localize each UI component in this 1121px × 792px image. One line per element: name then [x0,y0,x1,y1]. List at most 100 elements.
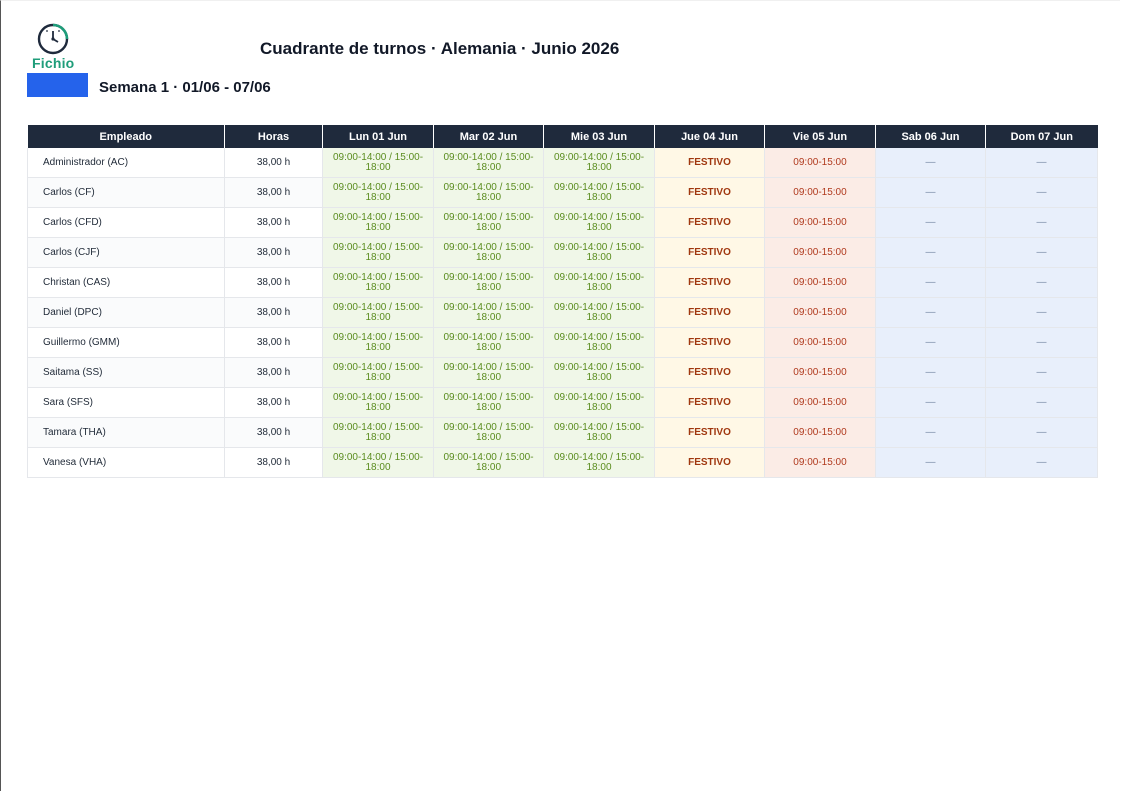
shift-cell: — [875,177,986,208]
table-row: Tamara (THA) 38,00 h 09:00-14:00 / 15:00-1… [27,417,1098,448]
table-row: Sara (SFS) 38,00 h 09:00-14:00 / 15:00-18:… [27,387,1098,418]
table-row: Carlos (CFD) 38,00 h 09:00-14:00 / 15:00-1… [27,207,1098,238]
shift-cell: — [875,357,986,388]
shift-cell: — [985,447,1098,478]
shift-cell: 09:00-14:00 / 15:00-18:00 [433,417,544,448]
hours-cell: 38,00 h [224,237,323,268]
shift-cell: FESTIVO [654,357,765,388]
logo-text: Fichio [32,55,75,71]
shift-cell: — [875,148,986,178]
hours-cell: 38,00 h [224,417,323,448]
shift-cell: — [875,237,986,268]
shift-cell: — [985,327,1098,358]
shift-cell: — [985,177,1098,208]
week-color-block [27,73,88,97]
shift-cell: FESTIVO [654,327,765,358]
shift-cell: 09:00-14:00 / 15:00-18:00 [433,177,544,208]
shift-cell: FESTIVO [654,387,765,418]
shift-cell: — [985,207,1098,238]
shift-cell: 09:00-14:00 / 15:00-18:00 [433,357,544,388]
table-row: Saitama (SS) 38,00 h 09:00-14:00 / 15:00-1… [27,357,1098,388]
column-header-employee: Empleado [27,125,225,148]
clock-icon [37,23,69,55]
shift-cell: 09:00-15:00 [764,148,876,178]
shift-cell: 09:00-14:00 / 15:00-18:00 [322,387,434,418]
shift-cell: FESTIVO [654,447,765,478]
hours-cell: 38,00 h [224,177,323,208]
employee-cell: Christan (CAS) [27,267,225,298]
shift-cell: — [875,327,986,358]
column-header-day: Mie 03 Jun [543,125,655,148]
table-row: Christan (CAS) 38,00 h 09:00-14:00 / 15:00… [27,267,1098,298]
shift-cell: 09:00-15:00 [764,237,876,268]
table-row: Carlos (CJF) 38,00 h 09:00-14:00 / 15:00-1… [27,237,1098,268]
hours-cell: 38,00 h [224,357,323,388]
employee-cell: Carlos (CFD) [27,207,225,238]
shift-cell: 09:00-14:00 / 15:00-18:00 [543,177,655,208]
shift-cell: 09:00-15:00 [764,177,876,208]
table-row: Guillermo (GMM) 38,00 h 09:00-14:00 / 15:0… [27,327,1098,358]
employee-cell: Administrador (AC) [27,148,225,178]
shift-cell: — [985,387,1098,418]
shift-cell: — [985,297,1098,328]
shift-cell: 09:00-14:00 / 15:00-18:00 [543,447,655,478]
shift-cell: 09:00-14:00 / 15:00-18:00 [322,417,434,448]
column-header-day: Lun 01 Jun [322,125,434,148]
shift-cell: 09:00-14:00 / 15:00-18:00 [543,237,655,268]
page-title: Cuadrante de turnos · Alemania · Junio 2… [260,39,620,58]
hours-cell: 38,00 h [224,327,323,358]
shift-cell: FESTIVO [654,177,765,208]
column-header-day: Jue 04 Jun [654,125,765,148]
shift-cell: 09:00-15:00 [764,387,876,418]
shift-cell: FESTIVO [654,267,765,298]
shift-cell: — [875,417,986,448]
shift-cell: 09:00-14:00 / 15:00-18:00 [322,267,434,298]
shift-cell: 09:00-14:00 / 15:00-18:00 [322,327,434,358]
shift-cell: — [875,207,986,238]
shift-cell: 09:00-14:00 / 15:00-18:00 [543,387,655,418]
shift-cell: 09:00-14:00 / 15:00-18:00 [543,297,655,328]
shift-cell: 09:00-14:00 / 15:00-18:00 [433,297,544,328]
shift-cell: 09:00-14:00 / 15:00-18:00 [543,267,655,298]
shift-cell: FESTIVO [654,237,765,268]
table-row: Vanesa (VHA) 38,00 h 09:00-14:00 / 15:00-1… [27,447,1098,478]
shift-cell: 09:00-14:00 / 15:00-18:00 [543,148,655,178]
shift-cell: 09:00-14:00 / 15:00-18:00 [322,237,434,268]
shift-cell: 09:00-15:00 [764,417,876,448]
fichio-logo: Fichio [30,22,78,72]
shift-cell: 09:00-14:00 / 15:00-18:00 [433,148,544,178]
shift-cell: 09:00-14:00 / 15:00-18:00 [433,327,544,358]
employee-cell: Carlos (CF) [27,177,225,208]
shift-cell: FESTIVO [654,297,765,328]
shift-cell: — [875,297,986,328]
shift-cell: 09:00-15:00 [764,267,876,298]
shift-cell: 09:00-14:00 / 15:00-18:00 [543,207,655,238]
column-header-day: Dom 07 Jun [985,125,1098,148]
hours-cell: 38,00 h [224,387,323,418]
employee-cell: Vanesa (VHA) [27,447,225,478]
employee-cell: Saitama (SS) [27,357,225,388]
shift-table-body: Administrador (AC) 38,00 h 09:00-14:00 / 1… [27,148,1098,478]
employee-cell: Sara (SFS) [27,387,225,418]
shift-cell: — [875,387,986,418]
week-label: Semana 1 · 01/06 - 07/06 [99,79,271,96]
employee-cell: Tamara (THA) [27,417,225,448]
shift-cell: 09:00-14:00 / 15:00-18:00 [433,267,544,298]
shift-cell: — [985,267,1098,298]
shift-cell: 09:00-14:00 / 15:00-18:00 [543,417,655,448]
shift-cell: — [985,417,1098,448]
employee-cell: Guillermo (GMM) [27,327,225,358]
shift-cell: 09:00-14:00 / 15:00-18:00 [322,357,434,388]
hours-cell: 38,00 h [224,148,323,178]
shift-cell: 09:00-14:00 / 15:00-18:00 [322,447,434,478]
shift-cell: 09:00-15:00 [764,357,876,388]
column-header-day: Mar 02 Jun [433,125,544,148]
employee-cell: Carlos (CJF) [27,237,225,268]
shift-cell: 09:00-14:00 / 15:00-18:00 [543,357,655,388]
table-row: Carlos (CF) 38,00 h 09:00-14:00 / 15:00-18… [27,177,1098,208]
shift-cell: 09:00-15:00 [764,207,876,238]
shift-cell: 09:00-14:00 / 15:00-18:00 [433,207,544,238]
employee-cell: Daniel (DPC) [27,297,225,328]
shift-cell: — [985,237,1098,268]
shift-cell: FESTIVO [654,417,765,448]
